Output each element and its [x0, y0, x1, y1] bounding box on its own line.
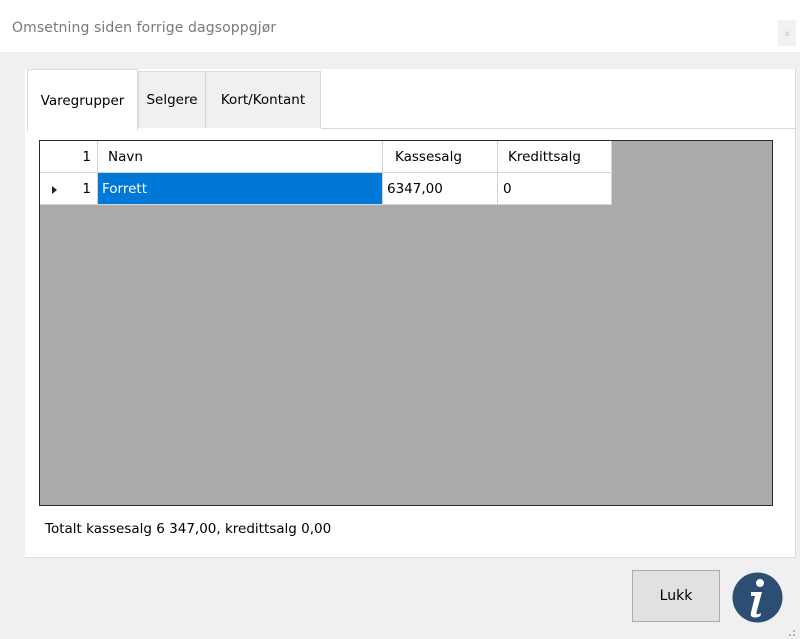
resize-grip-icon[interactable] [786, 627, 796, 637]
close-button[interactable]: x [778, 20, 796, 46]
tab-divider [321, 128, 795, 129]
window-title: Omsetning siden forrige dagsoppgjør [12, 20, 277, 36]
row-header-corner: 1 [40, 141, 98, 173]
row-arrow-icon [52, 186, 57, 194]
column-header-navn[interactable]: Navn [98, 141, 383, 173]
cell-kredittsalg[interactable]: 0 [498, 173, 612, 205]
tab-label: Varegrupper [40, 92, 125, 109]
title-bar: Omsetning siden forrige dagsoppgjør x [0, 0, 800, 52]
tab-label: Selgere [146, 92, 198, 108]
data-grid[interactable]: 1 Navn Kassesalg Kredittsalg 1 Forrett 6… [39, 140, 773, 506]
close-dialog-button[interactable]: Lukk [632, 570, 720, 622]
tab-label: Kort/Kontant [220, 92, 306, 108]
tab-kort-kontant[interactable]: Kort/Kontant [205, 71, 321, 128]
totals-text: Totalt kassesalg 6 347,00, kredittsalg 0… [45, 521, 332, 537]
row-number: 1 [82, 180, 91, 197]
cell-kassesalg[interactable]: 6347,00 [383, 173, 498, 205]
row-header[interactable]: 1 [40, 173, 98, 205]
info-icon[interactable] [732, 572, 783, 623]
cell-navn[interactable]: Forrett [98, 173, 383, 205]
column-header-kredittsalg[interactable]: Kredittsalg [498, 141, 612, 173]
tab-varegrupper[interactable]: Varegrupper [27, 69, 138, 131]
tab-selgere[interactable]: Selgere [138, 71, 206, 128]
column-header-kassesalg[interactable]: Kassesalg [383, 141, 498, 173]
